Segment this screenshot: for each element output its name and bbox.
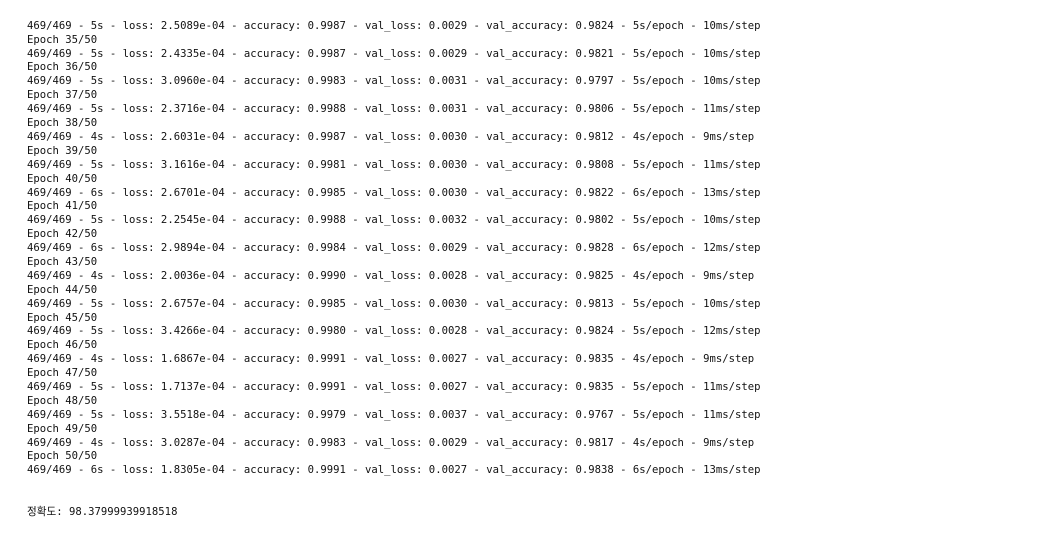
epoch-header-line: Epoch 38/50 — [27, 117, 98, 130]
training-log-line: 469/469 - 5s - loss: 2.4335e-04 - accura… — [27, 47, 761, 60]
epoch-header-line: Epoch 43/50 — [27, 255, 98, 268]
epoch-header-line: Epoch 41/50 — [27, 200, 98, 213]
epoch-header-line: Epoch 35/50 — [27, 33, 98, 46]
console-output: 469/469 - 5s - loss: 2.5089e-04 - accura… — [27, 0, 1037, 534]
accuracy-result-line: 정확도: 98.37999939918518 — [27, 506, 1037, 520]
training-log-line: 469/469 - 4s - loss: 1.6867e-04 - accura… — [27, 353, 755, 366]
epoch-header-line: Epoch 46/50 — [27, 339, 98, 352]
training-log-line: 469/469 - 5s - loss: 2.6757e-04 - accura… — [27, 297, 761, 310]
training-log-line: 469/469 - 4s - loss: 2.0036e-04 - accura… — [27, 269, 755, 282]
training-log-line: 469/469 - 4s - loss: 3.0287e-04 - accura… — [27, 436, 755, 449]
epoch-header-line: Epoch 50/50 — [27, 450, 98, 463]
training-log-line: 469/469 - 5s - loss: 3.5518e-04 - accura… — [27, 408, 761, 421]
training-log-line: 469/469 - 5s - loss: 3.1616e-04 - accura… — [27, 158, 761, 171]
training-log-line: 469/469 - 5s - loss: 3.0960e-04 - accura… — [27, 75, 761, 88]
epoch-header-line: Epoch 39/50 — [27, 144, 98, 157]
epoch-header-line: Epoch 47/50 — [27, 367, 98, 380]
training-log-line: 469/469 - 4s - loss: 2.6031e-04 - accura… — [27, 130, 755, 143]
log-lines: 469/469 - 5s - loss: 2.5089e-04 - accura… — [27, 20, 1037, 478]
epoch-header-line: Epoch 37/50 — [27, 89, 98, 102]
epoch-header-line: Epoch 48/50 — [27, 394, 98, 407]
training-log-line: 469/469 - 5s - loss: 2.3716e-04 - accura… — [27, 103, 761, 116]
epoch-header-line: Epoch 44/50 — [27, 283, 98, 296]
epoch-header-line: Epoch 40/50 — [27, 172, 98, 185]
epoch-header-line: Epoch 49/50 — [27, 422, 98, 435]
training-log-line: 469/469 - 5s - loss: 3.4266e-04 - accura… — [27, 325, 761, 338]
epoch-header-line: Epoch 45/50 — [27, 311, 98, 324]
training-log-line: 469/469 - 6s - loss: 2.6701e-04 - accura… — [27, 186, 761, 199]
training-log-line: 469/469 - 6s - loss: 1.8305e-04 - accura… — [27, 464, 761, 477]
accuracy-result-value: 98.37999939918518 — [69, 506, 178, 519]
training-log-line: 469/469 - 6s - loss: 2.9894e-04 - accura… — [27, 242, 761, 255]
epoch-header-line: Epoch 36/50 — [27, 61, 98, 74]
accuracy-result-label: 정확도: — [27, 506, 63, 519]
training-log-line: 469/469 - 5s - loss: 1.7137e-04 - accura… — [27, 380, 761, 393]
training-log-line: 469/469 - 5s - loss: 2.5089e-04 - accura… — [27, 19, 761, 32]
training-log-line: 469/469 - 5s - loss: 2.2545e-04 - accura… — [27, 214, 761, 227]
epoch-header-line: Epoch 42/50 — [27, 228, 98, 241]
